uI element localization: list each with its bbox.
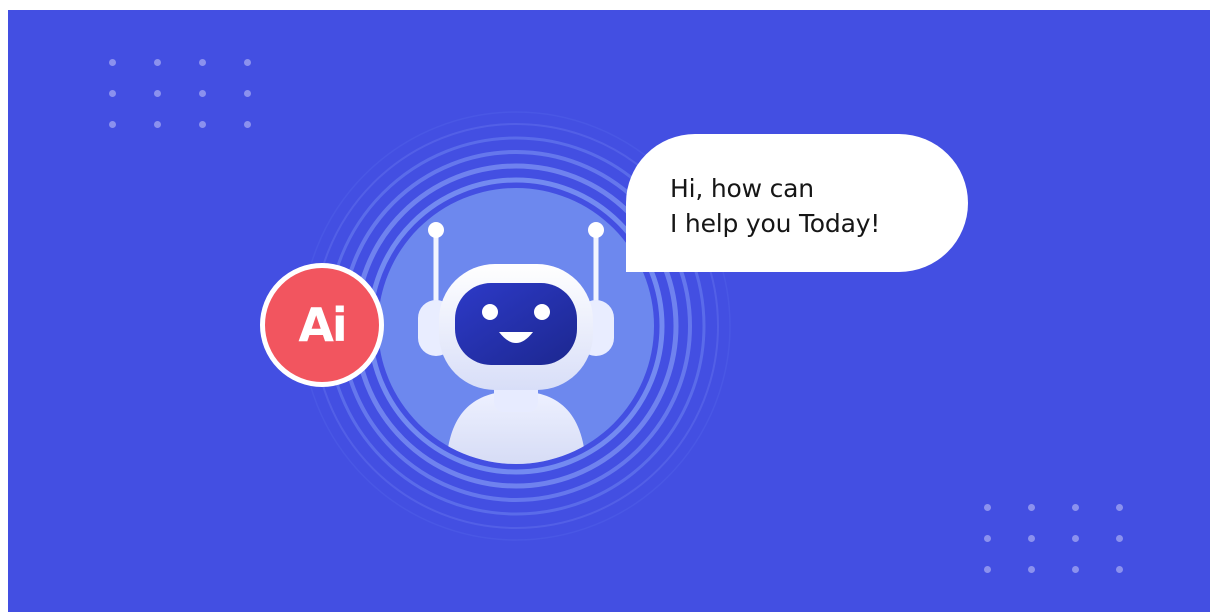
chatbot-banner: Hi, how can I help you Today! Ai: [8, 10, 1210, 612]
robot-illustration: [301, 111, 731, 541]
ai-badge-label: Ai: [298, 298, 347, 352]
speech-line-2: I help you Today!: [670, 209, 881, 238]
speech-bubble: Hi, how can I help you Today!: [626, 134, 968, 272]
ai-badge-icon: Ai: [260, 263, 384, 387]
speech-line-1: Hi, how can: [670, 174, 814, 203]
